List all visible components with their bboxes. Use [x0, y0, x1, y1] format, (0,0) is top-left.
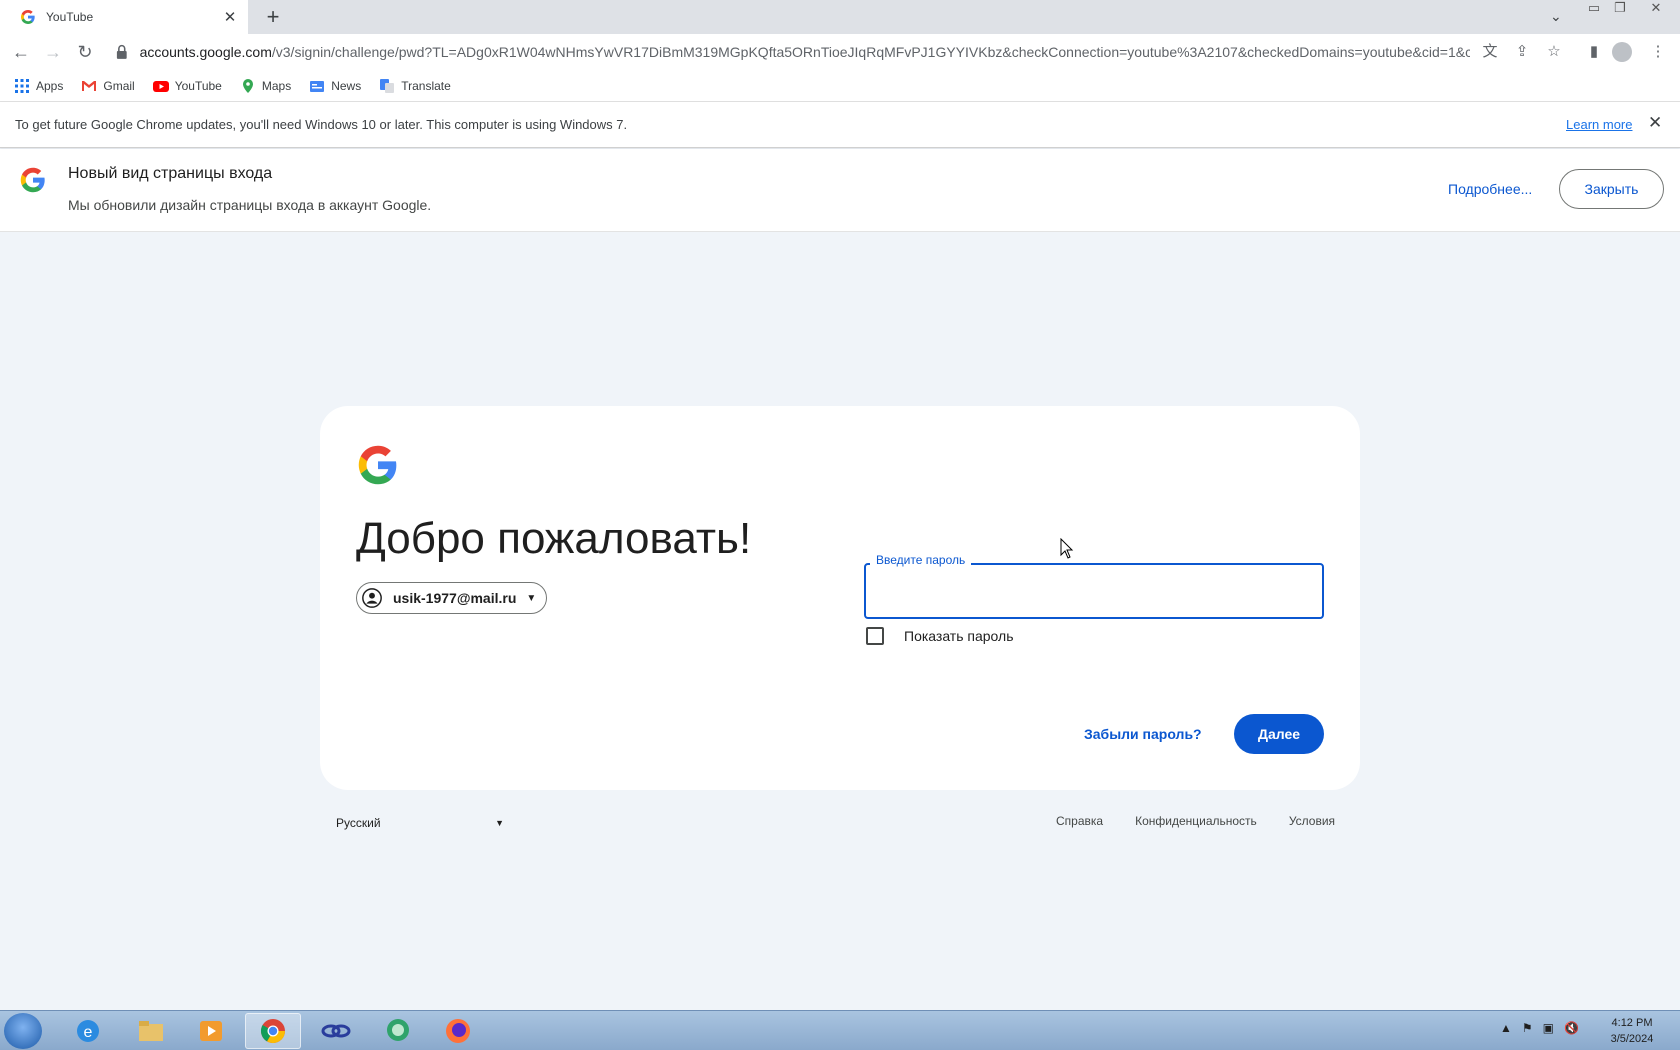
url-path: /v3/signin/challenge/pwd?TL=ADg0xR1W04wN…: [271, 44, 1470, 60]
address-bar[interactable]: accounts.google.com/v3/signin/challenge/…: [112, 38, 1470, 66]
bookmark-gmail[interactable]: Gmail: [81, 78, 135, 94]
chrome-icon[interactable]: [245, 1013, 301, 1049]
tab-strip: YouTube ✕ + ⌄ ▭ ❐ ✕: [0, 0, 1680, 34]
window-close-icon[interactable]: ✕: [1644, 0, 1668, 18]
bookmark-translate[interactable]: Translate: [379, 78, 451, 94]
bookmark-label: News: [331, 78, 362, 93]
action-center-flag-icon[interactable]: ⚑: [1522, 1021, 1533, 1035]
remote-app-icon[interactable]: [308, 1013, 364, 1049]
tab-title: YouTube: [46, 10, 94, 24]
messenger-app-icon[interactable]: [370, 1013, 426, 1049]
bookmark-label: Apps: [36, 78, 64, 93]
news-icon: [310, 80, 325, 92]
show-password-checkbox[interactable]: [866, 627, 884, 645]
chrome-update-infobar: To get future Google Chrome updates, you…: [0, 102, 1680, 148]
show-password-label: Показать пароль: [904, 628, 1014, 644]
restore-icon[interactable]: ❐: [1608, 0, 1632, 18]
show-password-toggle[interactable]: Показать пароль: [866, 627, 1014, 645]
file-explorer-icon[interactable]: [123, 1013, 179, 1049]
translate-page-icon[interactable]: 文: [1478, 40, 1502, 64]
media-player-icon[interactable]: [183, 1013, 239, 1049]
windows-start-icon[interactable]: [4, 1013, 42, 1049]
firefox-icon[interactable]: [430, 1013, 486, 1049]
bookmarks-bar: Apps Gmail YouTube Maps News Translate: [0, 70, 1680, 102]
volume-muted-icon[interactable]: 🔇: [1564, 1021, 1579, 1035]
share-icon[interactable]: ⇪: [1510, 40, 1534, 64]
google-favicon-icon: [21, 10, 35, 24]
footer-link-help[interactable]: Справка: [1056, 814, 1103, 828]
banner-more-link[interactable]: Подробнее...: [1448, 181, 1532, 197]
bookmark-news[interactable]: News: [309, 78, 361, 94]
forward-arrow-icon[interactable]: →: [41, 40, 65, 64]
account-circle-icon: [362, 588, 382, 608]
bookmark-label: YouTube: [174, 78, 222, 93]
youtube-icon: [152, 80, 169, 92]
next-button[interactable]: Далее: [1234, 714, 1324, 754]
forgot-password-link[interactable]: Забыли пароль?: [1084, 726, 1202, 742]
minimize-icon[interactable]: ▭: [1582, 0, 1606, 18]
banner-subtitle: Мы обновили дизайн страницы входа в акка…: [68, 197, 432, 213]
menu-kebab-icon[interactable]: ⋮: [1646, 40, 1670, 64]
password-label: Введите пароль: [870, 553, 972, 567]
mouse-cursor-icon: [1060, 538, 1074, 559]
bookmark-maps[interactable]: Maps: [240, 78, 291, 94]
tray-expand-icon[interactable]: ▲: [1500, 1021, 1512, 1035]
bookmark-label: Translate: [401, 78, 451, 93]
url-text: accounts.google.com/v3/signin/challenge/…: [140, 44, 1470, 60]
banner-close-button[interactable]: Закрыть: [1559, 169, 1664, 209]
apps-grid-icon: [15, 78, 29, 93]
internet-explorer-icon[interactable]: e: [60, 1013, 116, 1049]
google-logo-icon: [358, 445, 397, 485]
tab-youtube[interactable]: YouTube ✕: [0, 0, 248, 34]
bookmark-label: Maps: [261, 78, 292, 93]
password-field-wrapper: [864, 563, 1324, 619]
password-input[interactable]: [866, 565, 1322, 617]
chevron-down-icon: ▼: [495, 818, 504, 828]
bookmark-youtube[interactable]: YouTube: [152, 78, 222, 94]
account-chip[interactable]: usik-1977@mail.ru ▼: [356, 582, 548, 614]
back-arrow-icon[interactable]: ←: [9, 40, 33, 64]
footer-links: Справка Конфиденциальность Условия: [1056, 814, 1335, 828]
windows-taskbar: e ▲ ⚑ ▣ 🔇 4:12 PM 3/5/2024: [0, 1010, 1680, 1050]
banner-title: Новый вид страницы входа: [68, 165, 273, 182]
maps-icon: [242, 78, 253, 93]
update-message: To get future Google Chrome updates, you…: [15, 117, 628, 132]
bookmark-label: Gmail: [103, 78, 135, 93]
tab-close-icon[interactable]: ✕: [222, 8, 238, 26]
url-host: accounts.google.com: [139, 44, 272, 60]
bookmark-apps[interactable]: Apps: [14, 78, 63, 94]
profile-avatar-icon[interactable]: [1612, 42, 1632, 62]
account-email: usik-1977@mail.ru: [393, 590, 517, 606]
network-icon[interactable]: ▣: [1543, 1021, 1554, 1035]
footer-link-terms[interactable]: Условия: [1289, 814, 1335, 828]
new-tab-button[interactable]: +: [260, 4, 286, 30]
translate-icon: [380, 78, 395, 93]
language-select[interactable]: Русский ▼: [336, 814, 504, 832]
infobar-close-icon[interactable]: ✕: [1648, 113, 1662, 133]
page-title: Добро пожаловать!: [356, 514, 752, 563]
system-tray: ▲ ⚑ ▣ 🔇: [1500, 1021, 1579, 1035]
new-signin-banner: Новый вид страницы входа Мы обновили диз…: [0, 149, 1680, 232]
svg-text:e: e: [84, 1024, 93, 1041]
bookmark-star-icon[interactable]: ☆: [1542, 40, 1566, 64]
side-panel-icon[interactable]: ▮: [1582, 40, 1606, 64]
clock-date: 3/5/2024: [1610, 1033, 1654, 1045]
lock-icon[interactable]: [112, 42, 132, 62]
footer-link-privacy[interactable]: Конфиденциальность: [1135, 814, 1257, 828]
reload-icon[interactable]: ↻: [73, 40, 97, 64]
chevron-down-icon: ▼: [526, 592, 537, 604]
gmail-icon: [82, 80, 97, 91]
browser-toolbar: ← → ↻ accounts.google.com/v3/signin/chal…: [0, 34, 1680, 70]
tab-search-chevron-icon[interactable]: ⌄: [1550, 8, 1562, 25]
clock-time: 4:12 PM: [1611, 1017, 1653, 1029]
learn-more-link[interactable]: Learn more: [1566, 117, 1632, 132]
google-logo-icon: [20, 167, 45, 193]
language-label: Русский: [336, 816, 381, 830]
signin-card: Добро пожаловать! usik-1977@mail.ru ▼ Вв…: [320, 406, 1360, 790]
taskbar-clock[interactable]: 4:12 PM 3/5/2024: [1592, 1015, 1672, 1047]
